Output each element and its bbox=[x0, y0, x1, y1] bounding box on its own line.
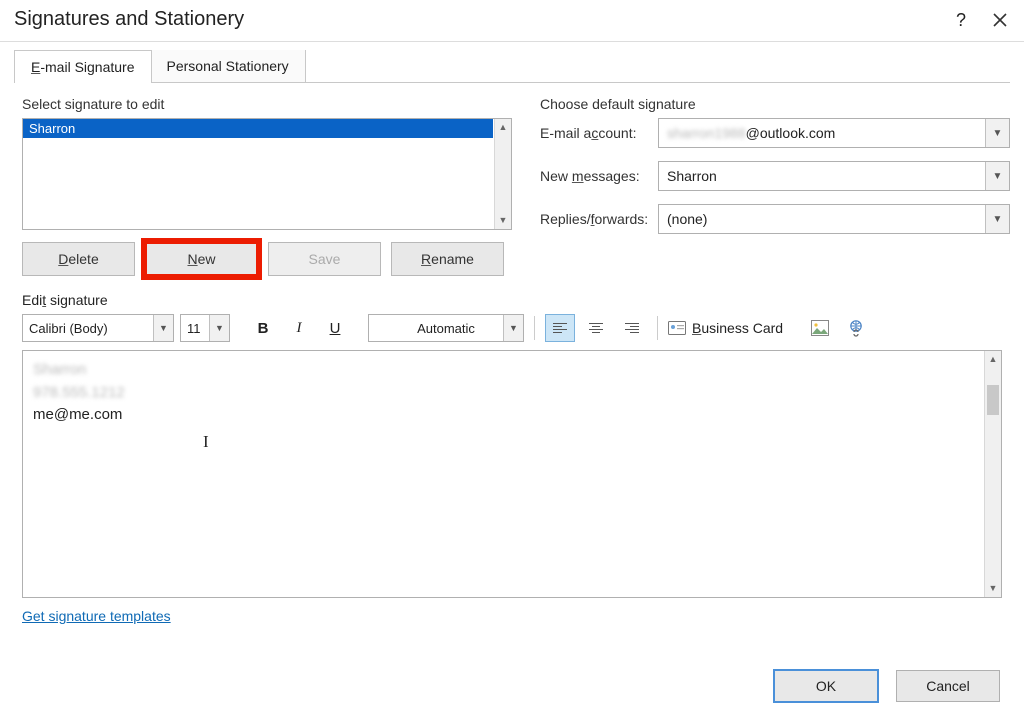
edit-signature-label: Edit signature bbox=[22, 292, 1024, 308]
signature-list-item[interactable]: Sharron bbox=[23, 119, 493, 138]
toolbar-divider bbox=[534, 316, 535, 340]
cancel-button[interactable]: Cancel bbox=[896, 670, 1000, 702]
listbox-scrollbar[interactable]: ▲ ▼ bbox=[494, 119, 511, 229]
editor-line: Sharron bbox=[33, 359, 991, 382]
chevron-down-icon[interactable]: ▼ bbox=[209, 315, 229, 341]
save-button: Save bbox=[268, 242, 381, 276]
signature-listbox[interactable]: Sharron ▲ ▼ bbox=[22, 118, 512, 230]
business-card-button[interactable]: Business Card bbox=[668, 320, 783, 336]
signature-editor[interactable]: Sharron 978.555.1212 me@me.com I ▲ ▼ bbox=[22, 350, 1002, 598]
tab-email-signature[interactable]: E-mail Signature bbox=[14, 50, 152, 83]
scroll-down-icon[interactable]: ▼ bbox=[495, 212, 511, 229]
rename-button[interactable]: Rename bbox=[391, 242, 504, 276]
globe-link-icon bbox=[847, 319, 865, 337]
underline-button[interactable]: U bbox=[320, 314, 350, 342]
bold-button[interactable]: B bbox=[248, 314, 278, 342]
tab-personal-stationery[interactable]: Personal Stationery bbox=[151, 50, 306, 83]
scroll-up-icon[interactable]: ▲ bbox=[985, 351, 1001, 368]
new-messages-select[interactable]: Sharron ▼ bbox=[658, 161, 1010, 191]
delete-button[interactable]: Delete bbox=[22, 242, 135, 276]
email-account-label: E-mail account: bbox=[540, 125, 658, 141]
scroll-up-icon[interactable]: ▲ bbox=[495, 119, 511, 136]
text-cursor-icon: I bbox=[203, 429, 209, 455]
titlebar-text: Signatures and Stationery bbox=[14, 8, 956, 31]
chevron-down-icon[interactable]: ▼ bbox=[985, 162, 1009, 190]
select-signature-label: Select signature to edit bbox=[22, 96, 520, 112]
help-icon[interactable]: ? bbox=[956, 11, 966, 29]
get-templates-link[interactable]: Get signature templates bbox=[22, 608, 1024, 624]
business-card-icon bbox=[668, 321, 686, 335]
scroll-down-icon[interactable]: ▼ bbox=[985, 580, 1001, 597]
align-center-button[interactable] bbox=[581, 314, 611, 342]
picture-icon bbox=[811, 320, 829, 336]
editor-line: me@me.com bbox=[33, 404, 991, 427]
editor-line: 978.555.1212 bbox=[33, 382, 991, 405]
titlebar: Signatures and Stationery ? bbox=[0, 0, 1024, 42]
new-button[interactable]: New bbox=[145, 242, 258, 276]
close-icon[interactable] bbox=[992, 12, 1008, 28]
formatting-toolbar: Calibri (Body) ▼ 11 ▼ B I U Automatic ▼ bbox=[22, 314, 1002, 342]
align-right-icon bbox=[625, 323, 639, 333]
ok-button[interactable]: OK bbox=[774, 670, 878, 702]
font-color-select[interactable]: Automatic ▼ bbox=[368, 314, 524, 342]
align-left-icon bbox=[553, 323, 567, 333]
default-signature-label: Choose default signature bbox=[540, 96, 1010, 112]
font-size-select[interactable]: 11 ▼ bbox=[180, 314, 230, 342]
chevron-down-icon[interactable]: ▼ bbox=[153, 315, 173, 341]
align-right-button[interactable] bbox=[617, 314, 647, 342]
align-center-icon bbox=[589, 323, 603, 333]
new-messages-label: New messages: bbox=[540, 168, 658, 184]
align-left-button[interactable] bbox=[545, 314, 575, 342]
replies-forwards-select[interactable]: (none) ▼ bbox=[658, 204, 1010, 234]
insert-picture-button[interactable] bbox=[805, 314, 835, 342]
editor-scrollbar[interactable]: ▲ ▼ bbox=[984, 351, 1001, 597]
chevron-down-icon[interactable]: ▼ bbox=[985, 205, 1009, 233]
insert-hyperlink-button[interactable] bbox=[841, 314, 871, 342]
email-account-select[interactable]: sharron1988@outlook.com ▼ bbox=[658, 118, 1010, 148]
font-family-select[interactable]: Calibri (Body) ▼ bbox=[22, 314, 174, 342]
toolbar-divider bbox=[657, 316, 658, 340]
scrollbar-thumb[interactable] bbox=[987, 385, 999, 415]
chevron-down-icon[interactable]: ▼ bbox=[985, 119, 1009, 147]
chevron-down-icon[interactable]: ▼ bbox=[503, 315, 523, 341]
tabs: E-mail Signature Personal Stationery bbox=[14, 50, 1024, 83]
replies-forwards-label: Replies/forwards: bbox=[540, 211, 658, 227]
italic-button[interactable]: I bbox=[284, 314, 314, 342]
